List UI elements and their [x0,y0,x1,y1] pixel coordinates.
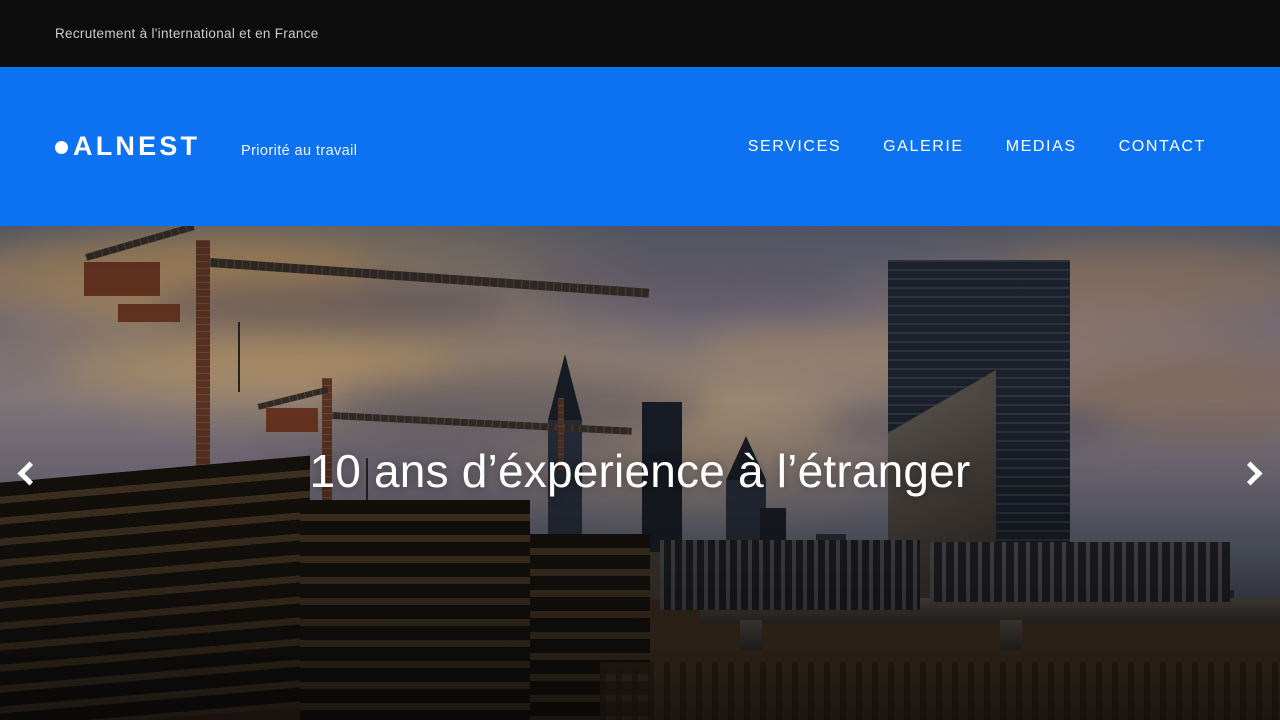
nav-item-contact[interactable]: CONTACT [1119,138,1206,156]
site-header: ALNEST Priorité au travail SERVICES GALE… [0,67,1280,226]
nav-item-galerie[interactable]: GALERIE [883,138,964,156]
main-navigation: SERVICES GALERIE MEDIAS CONTACT [748,67,1206,226]
bullet-dot-icon [55,141,68,154]
slider-prev-button[interactable] [5,451,49,495]
hero-headline: 10 ans d’éxperience à l’étranger [309,445,971,497]
hero-slider: 10 ans d’éxperience à l’étranger [0,226,1280,720]
brand-tagline: Priorité au travail [241,142,358,159]
nav-item-services[interactable]: SERVICES [748,138,841,156]
nav-item-medias[interactable]: MEDIAS [1006,138,1077,156]
logo-wordmark: ALNEST [55,133,200,160]
brand-logo[interactable]: ALNEST [55,67,200,226]
logo-text: ALNEST [73,131,201,161]
chevron-right-icon [1238,460,1263,486]
top-bar-tagline: Recrutement à l'international et en Fran… [55,26,319,41]
top-utility-bar: Recrutement à l'international et en Fran… [0,0,1280,67]
page-root: Recrutement à l'international et en Fran… [0,0,1280,720]
slider-next-button[interactable] [1231,451,1275,495]
chevron-left-icon [17,460,42,486]
